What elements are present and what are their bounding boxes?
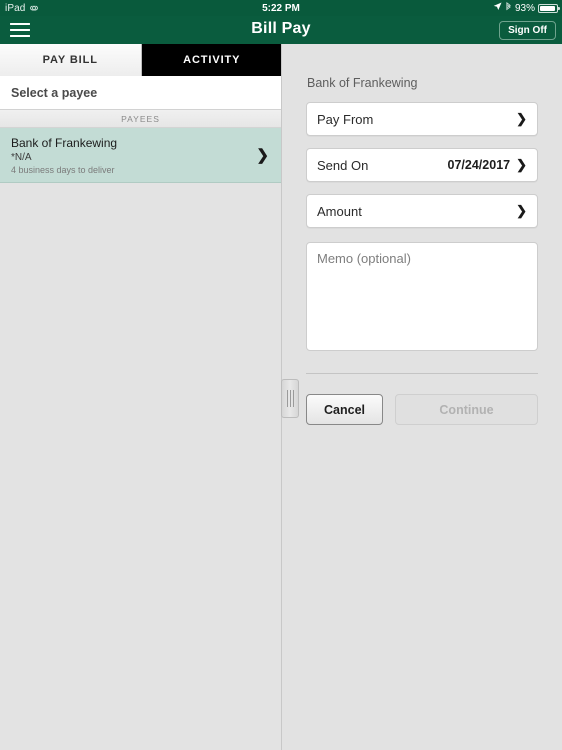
status-bar: iPad 5:22 PM 93% [0, 0, 562, 16]
bill-pay-app: iPad 5:22 PM 93% Bill Pay Sign Off PAY B… [0, 0, 562, 750]
chevron-right-icon: ❯ [256, 147, 269, 164]
send-on-label: Send On [317, 157, 369, 173]
form-heading: Bank of Frankewing [307, 76, 418, 90]
payees-section-header: PAYEES [0, 110, 281, 128]
status-bar-time: 5:22 PM [262, 2, 300, 14]
form-actions: Cancel Continue [306, 394, 538, 425]
payee-account: *N/A [11, 152, 32, 163]
cancel-button[interactable]: Cancel [306, 394, 383, 425]
payee-name: Bank of Frankewing [11, 136, 118, 150]
list-item[interactable]: Bank of Frankewing *N/A 4 business days … [0, 128, 281, 183]
tab-bar: PAY BILL ACTIVITY [0, 44, 281, 76]
memo-input[interactable]: Memo (optional) [306, 242, 538, 351]
battery-percent-label: 93% [514, 2, 535, 14]
chevron-right-icon: ❯ [516, 111, 527, 126]
battery-icon [538, 3, 560, 13]
chevron-right-icon: ❯ [516, 203, 527, 218]
payee-list-empty-area [0, 183, 281, 683]
right-panel: Bank of Frankewing Pay From ❯ Send On 07… [282, 44, 562, 750]
left-panel: PAY BILL ACTIVITY Select a payee PAYEES … [0, 44, 282, 750]
page-title: Bill Pay [251, 20, 311, 37]
tab-pay-bill[interactable]: PAY BILL [0, 44, 142, 76]
tab-activity[interactable]: ACTIVITY [141, 44, 281, 76]
bluetooth-icon [505, 1, 512, 15]
location-arrow-icon [493, 2, 502, 14]
nav-bar: Bill Pay Sign Off [0, 16, 562, 45]
panel-splitter-drag-handle[interactable] [281, 379, 299, 418]
send-on-value: 07/24/2017 [447, 158, 511, 172]
sign-off-button[interactable]: Sign Off [499, 21, 556, 40]
payee-delivery-time: 4 business days to deliver [11, 165, 115, 175]
amount-field[interactable]: Amount ❯ [306, 194, 538, 228]
form-divider [306, 373, 538, 374]
status-bar-right: 93% [493, 1, 560, 15]
select-payee-heading: Select a payee [0, 76, 281, 110]
pay-from-field[interactable]: Pay From ❯ [306, 102, 538, 136]
chevron-right-icon: ❯ [516, 157, 527, 172]
amount-label: Amount [317, 203, 362, 219]
pay-from-label: Pay From [317, 111, 374, 127]
send-on-field[interactable]: Send On 07/24/2017 ❯ [306, 148, 538, 182]
continue-button[interactable]: Continue [395, 394, 538, 425]
